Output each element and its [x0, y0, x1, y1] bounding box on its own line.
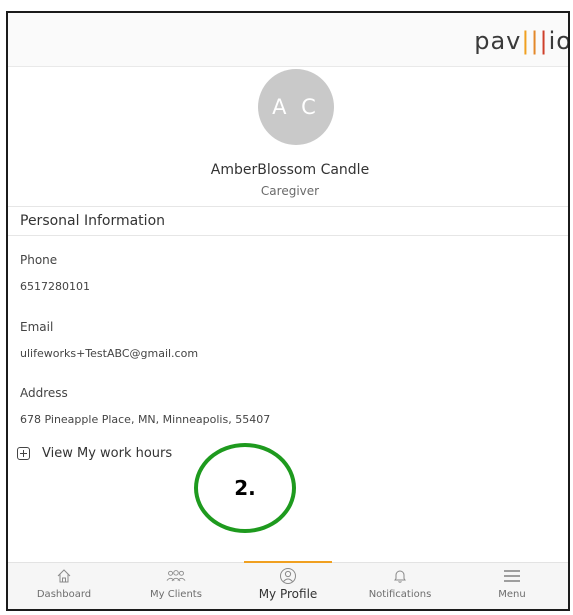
- nav-label-dashboard[interactable]: Dashboard: [37, 589, 91, 600]
- plus-box-icon[interactable]: [17, 447, 30, 460]
- profile-role: Caregiver: [260, 184, 320, 198]
- nav-label-notifications[interactable]: Notifications: [369, 589, 432, 600]
- address-label: Address: [20, 386, 68, 400]
- bell-icon[interactable]: [390, 568, 410, 584]
- nav-item-my-profile[interactable]: My Profile: [232, 561, 344, 609]
- bottom-navigation: Dashboard My Clients My Profile Notifica…: [8, 561, 568, 609]
- view-work-hours-label[interactable]: View My work hours: [42, 446, 172, 461]
- profile-icon[interactable]: [278, 568, 298, 584]
- nav-label-my-profile[interactable]: My Profile: [259, 587, 318, 601]
- top-bar: pav|||io: [8, 13, 568, 67]
- profile-name: AmberBlossom Candle: [210, 162, 370, 178]
- avatar-initials: A C: [272, 95, 320, 119]
- app-frame: pav|||io A C AmberBlossom Candle Caregiv…: [6, 11, 570, 611]
- address-value: 678 Pineapple Place, MN, Minneapolis, 55…: [20, 413, 271, 426]
- phone-label: Phone: [20, 253, 58, 267]
- nav-item-menu[interactable]: Menu: [456, 563, 568, 609]
- step-annotation-label: 2.: [234, 476, 256, 500]
- nav-item-my-clients[interactable]: My Clients: [120, 563, 232, 609]
- home-icon[interactable]: [54, 568, 74, 584]
- email-value: ulifeworks+TestABC@gmail.com: [20, 347, 199, 360]
- section-title-personal-information: Personal Information: [20, 213, 166, 229]
- divider: [8, 206, 568, 207]
- menu-icon[interactable]: [502, 568, 522, 584]
- email-label: Email: [20, 320, 54, 334]
- view-work-hours-toggle[interactable]: View My work hours: [17, 446, 172, 461]
- step-annotation-circle: 2.: [194, 443, 296, 533]
- avatar: A C: [258, 69, 334, 145]
- nav-item-notifications[interactable]: Notifications: [344, 563, 456, 609]
- nav-label-menu[interactable]: Menu: [498, 589, 525, 600]
- pavillio-logo[interactable]: pav|||io: [474, 27, 568, 55]
- clients-icon[interactable]: [166, 568, 186, 584]
- nav-item-dashboard[interactable]: Dashboard: [8, 563, 120, 609]
- divider: [8, 235, 568, 236]
- nav-label-my-clients[interactable]: My Clients: [150, 589, 202, 600]
- phone-value: 6517280101: [20, 280, 90, 293]
